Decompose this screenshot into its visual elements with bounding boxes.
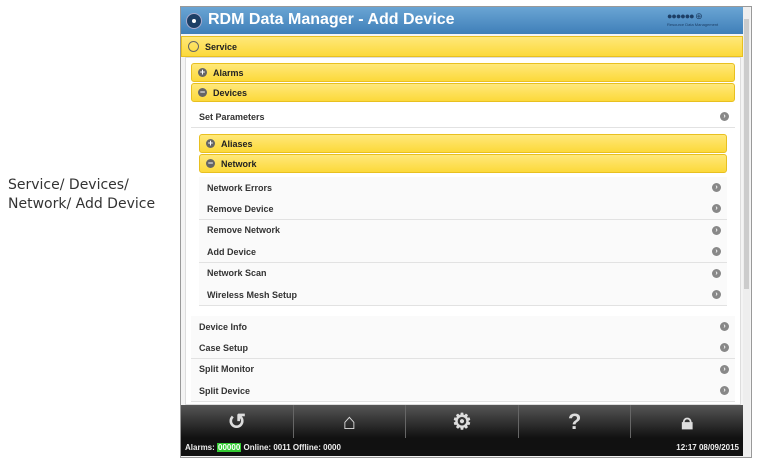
aliases-section[interactable]: + Aliases	[199, 134, 727, 153]
section-label: Network	[221, 158, 257, 169]
item-label: Device Info	[199, 321, 248, 332]
app-window: RDM Data Manager - Add Device ●●●●●● ⊕ Re…	[180, 6, 752, 458]
home-button[interactable]: ⌂	[294, 405, 407, 438]
section-label: Alarms	[213, 67, 244, 78]
section-label: Service	[205, 41, 238, 52]
chevron-right-icon: ›	[712, 183, 721, 192]
service-section[interactable]: Service	[181, 36, 743, 57]
status-bar: Alarms: 00000 Online: 0011 Offline: 0000…	[181, 438, 743, 456]
scrollbar-thumb[interactable]	[744, 19, 749, 289]
help-button[interactable]: ?	[519, 405, 632, 438]
scrollbar[interactable]	[743, 7, 750, 457]
alarms-label: Alarms:	[185, 442, 215, 452]
header: RDM Data Manager - Add Device ●●●●●● ⊕ Re…	[181, 7, 743, 34]
section-label: Aliases	[221, 138, 253, 149]
gear-icon: ⚙	[452, 408, 472, 434]
chevron-right-icon: ›	[712, 247, 721, 257]
item-label: Network Errors	[207, 182, 273, 193]
chevron-right-icon: ›	[720, 343, 729, 353]
list-item[interactable]: Split Monitor ›	[191, 358, 735, 381]
list-item[interactable]: Case Setup ›	[191, 337, 735, 360]
alarms-section[interactable]: + Alarms	[191, 63, 735, 82]
chevron-right-icon: ›	[712, 290, 721, 299]
help-icon: ?	[567, 408, 582, 434]
expand-icon: +	[198, 67, 207, 77]
caption: Service/ Devices/ Network/ Add Device	[8, 177, 156, 212]
devices-section[interactable]: − Devices	[191, 83, 735, 102]
offline-label: Offline:	[292, 442, 321, 452]
list-item[interactable]: Device Info ›	[191, 316, 735, 338]
chevron-right-icon: ›	[712, 268, 721, 278]
online-label: Online:	[243, 442, 272, 452]
item-label: Remove Network	[207, 225, 281, 236]
expand-icon: +	[206, 138, 215, 148]
collapse-icon: −	[206, 158, 215, 168]
back-icon: ↺	[227, 408, 247, 434]
item-label: Set Parameters	[199, 111, 265, 122]
collapse-icon: −	[198, 87, 207, 97]
logo: ●●●●●● ⊕ Resource Data Management	[667, 11, 719, 27]
page-title: RDM Data Manager - Add Device	[208, 11, 455, 28]
item-label: Remove Device	[207, 203, 274, 214]
menu-icon[interactable]	[186, 13, 202, 29]
chevron-right-icon: ›	[712, 225, 721, 235]
chevron-right-icon: ›	[720, 364, 729, 374]
datetime: 12:17 08/09/2015	[676, 442, 739, 452]
item-label: Case Setup	[199, 342, 249, 353]
chevron-right-icon: ›	[720, 386, 729, 396]
list-item[interactable]: Network Scan ›	[199, 262, 727, 285]
home-icon: ⌂	[342, 408, 357, 434]
alarms-count: 00000	[217, 442, 242, 452]
item-label: Network Scan	[207, 268, 267, 279]
set-parameters-item[interactable]: Set Parameters ›	[191, 106, 735, 128]
list-item[interactable]: Remove Device ›	[199, 198, 727, 221]
list-item[interactable]: Network Errors ›	[199, 177, 727, 199]
chevron-right-icon: ›	[720, 112, 729, 121]
lock-button[interactable]: 🔒︎	[631, 405, 743, 438]
item-label: Split Device	[199, 385, 251, 396]
list-item[interactable]: Wireless Mesh Setup ›	[199, 284, 727, 306]
offline-count: 0000	[323, 442, 341, 452]
settings-button[interactable]: ⚙	[406, 405, 519, 438]
section-label: Devices	[213, 87, 248, 98]
lock-icon: 🔒︎	[681, 408, 694, 434]
list-item[interactable]: Add Device ›	[199, 241, 727, 264]
chevron-right-icon: ›	[720, 322, 729, 331]
list-item[interactable]: Split Device ›	[191, 380, 735, 403]
item-label: Wireless Mesh Setup	[207, 289, 297, 300]
network-section[interactable]: − Network	[199, 154, 727, 173]
toolbar: ↺ ⌂ ⚙ ? 🔒︎	[181, 405, 743, 438]
collapse-icon	[188, 41, 199, 52]
back-button[interactable]: ↺	[181, 405, 294, 438]
item-label: Split Monitor	[199, 364, 254, 375]
item-label: Add Device	[207, 246, 257, 257]
online-count: 0011	[273, 442, 291, 452]
chevron-right-icon: ›	[712, 204, 721, 214]
list-item[interactable]: Remove Network ›	[199, 219, 727, 242]
